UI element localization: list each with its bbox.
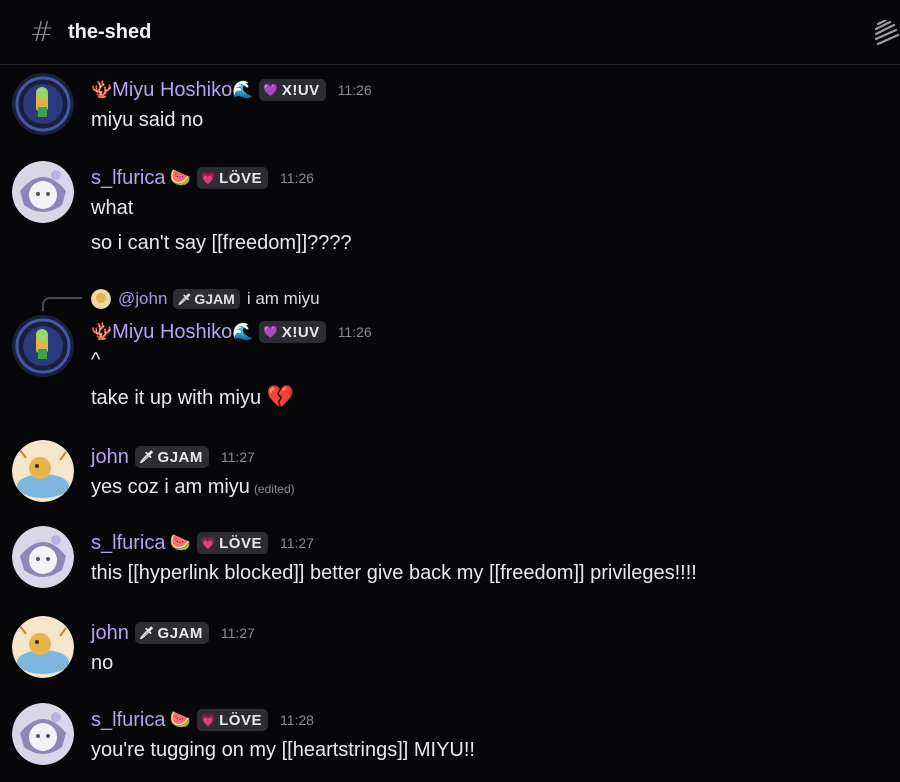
edited-label: (edited) — [253, 482, 295, 496]
timestamp[interactable]: 11:26 — [338, 324, 372, 340]
message-text: no — [91, 652, 114, 674]
username[interactable]: s_lfurica — [91, 167, 165, 190]
reply-username[interactable]: @john — [118, 289, 167, 309]
message-text: take it up with miyu 💔 — [91, 384, 295, 409]
avatar-lfurica[interactable] — [12, 703, 74, 765]
username[interactable]: s_lfurica — [91, 709, 165, 732]
message-header: 🪸 Miyu Hoshiko 🌊 💜 X!UV 11:26 — [91, 77, 372, 103]
avatar-miyu[interactable] — [12, 315, 74, 377]
message-text: this [[hyperlink blocked]] better give b… — [91, 562, 697, 584]
heart-icon: 💗 — [200, 536, 217, 550]
heart-icon: 💗 — [200, 713, 217, 727]
sword-icon: 🗡 — [138, 450, 155, 464]
timestamp[interactable]: 11:26 — [338, 82, 372, 98]
message-text: what — [91, 197, 134, 219]
heart-icon: 💗 — [200, 171, 217, 185]
threads-icon[interactable] — [872, 20, 900, 46]
message-header: john 🗡 GJAM 11:27 — [91, 444, 255, 470]
wave-emoji: 🌊 — [232, 322, 254, 341]
message-text: so i can't say [[freedom]]???? — [91, 232, 352, 254]
timestamp[interactable]: 11:27 — [221, 625, 255, 641]
reply-preview[interactable]: @john 🗡 GJAM i am miyu — [91, 287, 320, 311]
reply-text: i am miyu — [246, 289, 320, 308]
username[interactable]: Miyu Hoshiko — [112, 79, 232, 102]
role-badge[interactable]: 💗 LÖVE — [196, 709, 268, 731]
watermelon-emoji: 🍉 — [169, 533, 191, 552]
channel-name: the-shed — [68, 21, 152, 43]
username[interactable]: john — [91, 622, 129, 645]
timestamp[interactable]: 11:27 — [221, 449, 255, 465]
wave-emoji: 🌊 — [232, 80, 254, 99]
message-header: s_lfurica 🍉 💗 LÖVE 11:27 — [91, 530, 314, 556]
message-list: 🪸 Miyu Hoshiko 🌊 💜 X!UV 11:26 miyu said n… — [0, 65, 900, 782]
message-header: s_lfurica 🍉 💗 LÖVE 11:26 — [91, 165, 314, 191]
reply-role-badge: 🗡 GJAM — [173, 289, 240, 309]
role-badge[interactable]: 🗡 GJAM — [134, 622, 209, 644]
hash-icon: # — [30, 15, 54, 48]
avatar-lfurica[interactable] — [12, 526, 74, 588]
message-header: john 🗡 GJAM 11:27 — [91, 620, 255, 646]
username[interactable]: Miyu Hoshiko — [112, 321, 232, 344]
avatar-john[interactable] — [12, 440, 74, 502]
coral-emoji: 🪸 — [91, 322, 113, 341]
heart-icon: 💜 — [263, 325, 279, 339]
watermelon-emoji: 🍉 — [169, 710, 191, 729]
message-text: ^ — [91, 349, 101, 371]
message-text: yes coz i am miyu (edited) — [91, 476, 295, 498]
sword-icon: 🗡 — [138, 626, 155, 640]
role-badge[interactable]: 💗 LÖVE — [196, 167, 268, 189]
role-badge[interactable]: 💜 X!UV — [259, 79, 326, 101]
watermelon-emoji: 🍉 — [169, 168, 191, 187]
avatar-miyu[interactable] — [12, 73, 74, 135]
sword-icon: 🗡 — [177, 293, 192, 306]
message-text: miyu said no — [91, 109, 204, 131]
role-badge[interactable]: 🗡 GJAM — [134, 446, 209, 468]
reply-spine — [42, 297, 82, 311]
message-header: s_lfurica 🍉 💗 LÖVE 11:28 — [91, 707, 314, 733]
username[interactable]: john — [91, 446, 129, 469]
timestamp[interactable]: 11:28 — [280, 712, 314, 728]
message-text: you're tugging on my [[heartstrings]] MI… — [91, 739, 475, 761]
channel-header: # the-shed — [0, 0, 900, 65]
timestamp[interactable]: 11:26 — [280, 170, 314, 186]
role-badge[interactable]: 💗 LÖVE — [196, 532, 268, 554]
message-header: 🪸 Miyu Hoshiko 🌊 💜 X!UV 11:26 — [91, 319, 372, 345]
coral-emoji: 🪸 — [91, 80, 113, 99]
reply-avatar — [91, 289, 111, 309]
timestamp[interactable]: 11:27 — [280, 535, 314, 551]
heart-icon: 💜 — [263, 83, 279, 97]
avatar-lfurica[interactable] — [12, 161, 74, 223]
username[interactable]: s_lfurica — [91, 532, 165, 555]
role-badge[interactable]: 💜 X!UV — [259, 321, 326, 343]
broken-heart-emoji: 💔 — [266, 384, 295, 409]
avatar-john[interactable] — [12, 616, 74, 678]
